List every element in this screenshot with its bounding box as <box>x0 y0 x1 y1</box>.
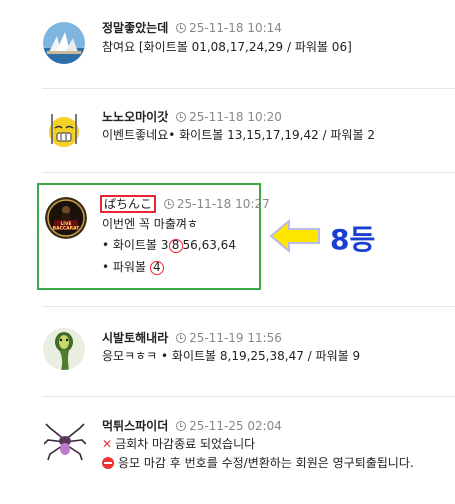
timestamp: 25-11-18 10:20 <box>176 110 282 124</box>
white-ball-line: • 화이트볼 3 8 56,63,64 <box>102 238 236 253</box>
avatar[interactable]: LIVE BACCARAT <box>45 197 87 239</box>
arrow-left-icon <box>269 219 320 253</box>
clock-icon <box>176 23 187 33</box>
timestamp: 25-11-18 10:14 <box>176 21 282 35</box>
comment-text: 이벤트좋네요• 화이트볼 13,15,17,19,42 / 파워볼 2 <box>102 128 375 142</box>
avatar[interactable] <box>44 420 86 462</box>
no-entry-icon <box>102 457 114 469</box>
timestamp: 25-11-19 11:56 <box>176 331 282 345</box>
avatar-text: BACCARAT <box>53 226 81 232</box>
divider <box>42 172 455 173</box>
nickname[interactable]: ぱちんこ <box>100 195 157 213</box>
comment-text: 참여요 [화이트볼 01,08,17,24,29 / 파워볼 06] <box>102 40 352 54</box>
clock-icon <box>176 421 187 431</box>
avatar[interactable] <box>43 328 85 370</box>
nickname[interactable]: 정말좋았는데 <box>102 21 168 35</box>
clock-icon <box>163 199 174 209</box>
close-icon: ✕ <box>102 437 113 451</box>
clock-icon <box>176 333 187 343</box>
timestamp: 25-11-18 10:27 <box>163 197 270 211</box>
timestamp: 25-11-25 02:04 <box>176 419 282 433</box>
avatar[interactable] <box>43 108 85 150</box>
nickname[interactable]: 시발토해내라 <box>102 331 168 345</box>
nickname[interactable]: 노노오마이갓 <box>102 110 168 124</box>
comment-text: 이번엔 꼭 마출껴ㅎ <box>102 217 198 231</box>
avatar[interactable] <box>43 22 85 64</box>
nickname[interactable]: 먹튀스파이더 <box>102 419 168 433</box>
divider <box>42 396 455 397</box>
comment-text: 응모ㅋㅎㅋ • 화이트볼 8,19,25,38,47 / 파워볼 9 <box>102 349 361 363</box>
notice-line: ✕ 금회차 마감종료 되었습니다 <box>102 437 256 451</box>
circled-number: 4 <box>149 261 164 275</box>
notice-line: 응모 마감 후 번호를 수정/변환하는 회원은 영구퇴출됩니다. <box>102 456 414 471</box>
power-ball-line: • 파워볼 4 <box>102 260 164 275</box>
rank-label: 8등 <box>330 223 376 256</box>
divider <box>42 88 455 89</box>
clock-icon <box>176 112 187 122</box>
circled-number: 8 <box>168 239 183 253</box>
divider <box>42 306 455 307</box>
